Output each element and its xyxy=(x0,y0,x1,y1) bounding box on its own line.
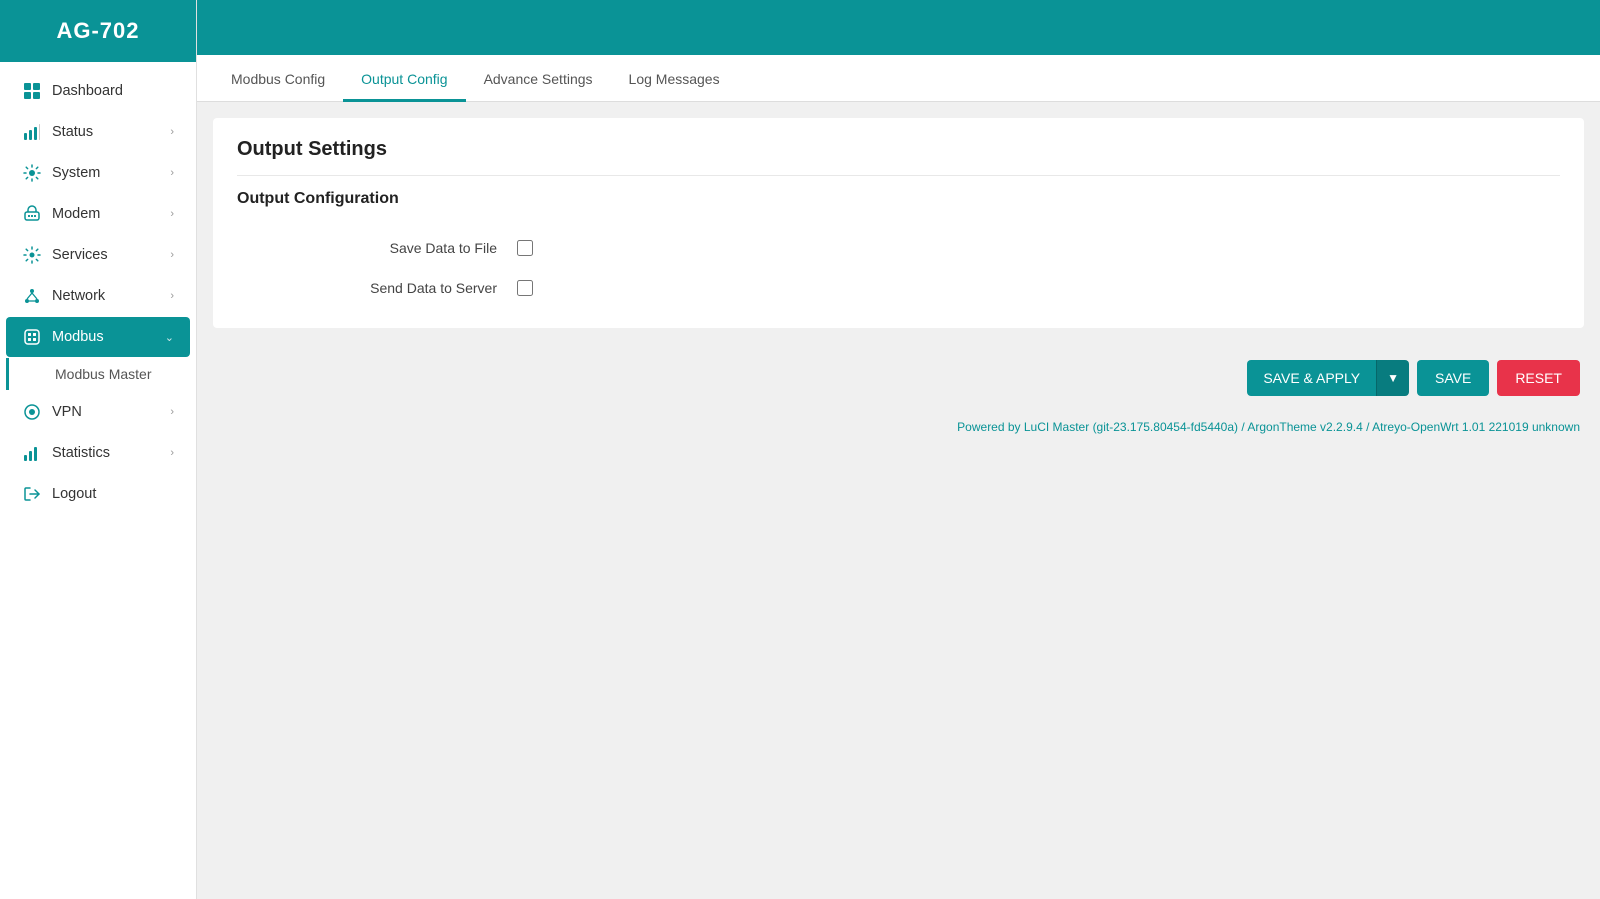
chevron-right-icon: › xyxy=(170,447,174,459)
panel-divider xyxy=(237,175,1560,176)
sidebar-item-label: VPN xyxy=(52,404,82,420)
reset-button[interactable]: RESET xyxy=(1497,360,1580,396)
tab-bar: Modbus Config Output Config Advance Sett… xyxy=(197,55,1600,102)
sidebar-item-modbus[interactable]: Modbus ⌄ xyxy=(6,317,190,357)
chevron-right-icon: › xyxy=(170,406,174,418)
footer: Powered by LuCI Master (git-23.175.80454… xyxy=(197,412,1600,450)
sidebar-item-vpn[interactable]: VPN › xyxy=(6,392,190,432)
sidebar-item-label: Dashboard xyxy=(52,83,123,99)
sidebar-item-network[interactable]: Network › xyxy=(6,276,190,316)
sidebar-item-system[interactable]: System › xyxy=(6,153,190,193)
section-title: Output Configuration xyxy=(237,190,1560,208)
sidebar-item-label: Status xyxy=(52,124,93,140)
tab-log-messages[interactable]: Log Messages xyxy=(611,55,738,102)
network-icon xyxy=(22,286,42,306)
save-data-to-file-checkbox[interactable] xyxy=(517,240,533,256)
chevron-right-icon: › xyxy=(170,126,174,138)
sidebar-item-services[interactable]: Services › xyxy=(6,235,190,275)
send-data-to-server-label: Send Data to Server xyxy=(317,280,517,296)
modbus-icon xyxy=(22,327,42,347)
statistics-icon xyxy=(22,443,42,463)
chevron-right-icon: › xyxy=(170,208,174,220)
sidebar-nav: Dashboard Status › System xyxy=(0,62,196,899)
sidebar-item-label: Modem xyxy=(52,206,100,222)
sidebar-item-label: Network xyxy=(52,288,105,304)
tab-modbus-config[interactable]: Modbus Config xyxy=(213,55,343,102)
chevron-right-icon: › xyxy=(170,167,174,179)
sidebar-item-dashboard[interactable]: Dashboard xyxy=(6,71,190,111)
send-data-to-server-row: Send Data to Server xyxy=(237,268,1560,308)
sidebar-item-logout[interactable]: Logout xyxy=(6,474,190,514)
top-bar xyxy=(197,0,1600,55)
chevron-down-icon: ⌄ xyxy=(165,331,174,344)
modem-icon xyxy=(22,204,42,224)
tab-output-config[interactable]: Output Config xyxy=(343,55,465,102)
content-area: Modbus Config Output Config Advance Sett… xyxy=(197,55,1600,899)
tab-advance-settings[interactable]: Advance Settings xyxy=(466,55,611,102)
save-apply-button-group: SAVE & APPLY ▼ xyxy=(1247,360,1409,396)
sidebar: AG-702 Dashboard xyxy=(0,0,197,899)
sidebar-item-label: Logout xyxy=(52,486,96,502)
sidebar-sub-item-modbus-master[interactable]: Modbus Master xyxy=(6,358,190,390)
output-settings-panel: Output Settings Output Configuration Sav… xyxy=(213,118,1584,328)
status-icon xyxy=(22,122,42,142)
sidebar-item-label: Modbus xyxy=(52,329,104,345)
sidebar-item-label: System xyxy=(52,165,100,181)
chevron-right-icon: › xyxy=(170,249,174,261)
sidebar-item-statistics[interactable]: Statistics › xyxy=(6,433,190,473)
save-data-to-file-label: Save Data to File xyxy=(317,240,517,256)
logout-icon xyxy=(22,484,42,504)
app-logo: AG-702 xyxy=(0,0,196,62)
sidebar-item-label: Statistics xyxy=(52,445,110,461)
save-button[interactable]: SAVE xyxy=(1417,360,1489,396)
chevron-right-icon: › xyxy=(170,290,174,302)
sub-item-label: Modbus Master xyxy=(55,366,151,382)
sidebar-item-status[interactable]: Status › xyxy=(6,112,190,152)
sidebar-item-label: Services xyxy=(52,247,108,263)
main-content: Modbus Config Output Config Advance Sett… xyxy=(197,0,1600,899)
save-data-to-file-row: Save Data to File xyxy=(237,228,1560,268)
action-bar: SAVE & APPLY ▼ SAVE RESET xyxy=(197,344,1600,412)
save-apply-button[interactable]: SAVE & APPLY xyxy=(1247,360,1376,396)
services-icon xyxy=(22,245,42,265)
page-title: Output Settings xyxy=(237,138,1560,161)
dashboard-icon xyxy=(22,81,42,101)
send-data-to-server-checkbox[interactable] xyxy=(517,280,533,296)
save-apply-dropdown-button[interactable]: ▼ xyxy=(1376,360,1409,396)
vpn-icon xyxy=(22,402,42,422)
sidebar-item-modem[interactable]: Modem › xyxy=(6,194,190,234)
system-icon xyxy=(22,163,42,183)
